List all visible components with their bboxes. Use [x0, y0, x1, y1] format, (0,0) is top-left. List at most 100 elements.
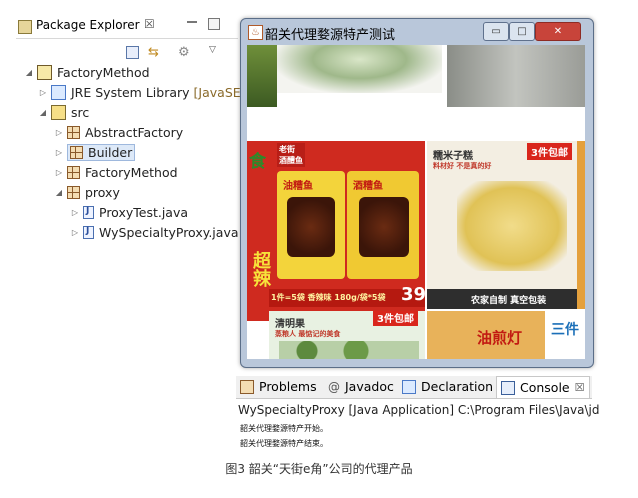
declaration-icon [402, 379, 416, 394]
console-icon [501, 380, 515, 395]
package-icon [67, 126, 80, 139]
tree-item-label: Builder [88, 145, 133, 160]
tree-item-label: FactoryMethod [57, 65, 150, 80]
tree-item-builder[interactable]: ▷ Builder [54, 143, 136, 162]
package-icon [67, 166, 80, 179]
tree-item-wyspecialtyproxy[interactable]: ▷ WySpecialtyProxy.java [70, 223, 239, 242]
view-filter-icon[interactable]: ⚙ [178, 45, 190, 60]
javadoc-icon: @ [328, 379, 340, 394]
tree-item-src[interactable]: ◢ src [38, 103, 89, 122]
collapsed-arrow-icon[interactable]: ▷ [70, 208, 80, 217]
project-icon [37, 65, 52, 80]
view-menu-icon[interactable]: ▽ [209, 45, 216, 55]
window-title: 韶关代理婺源特产测试 [265, 28, 396, 43]
shipping-ribbon: 3件包邮 [373, 311, 418, 326]
collapsed-arrow-icon[interactable]: ▷ [54, 128, 64, 137]
expanded-arrow-icon[interactable]: ◢ [24, 68, 34, 77]
info-strip-text: 1件=5袋 香辣味 180g/袋*5袋 [271, 293, 386, 302]
tea-cup-image [277, 45, 442, 93]
info-strip-text: 农家自制 真空包装 [471, 296, 547, 306]
tile-side-text: 超辣 [250, 251, 271, 287]
tab-label: Javadoc [345, 379, 394, 394]
console-output-area[interactable]: WySpecialtyProxy [Java Application] C:\P… [236, 399, 600, 455]
qingming-product-image: 清明果 蒸粮人 最惦记的美食 3件包邮 [269, 311, 425, 359]
product-image-panel: 食 老街 酒醴鱼 油糟鱼 酒糟鱼 超辣 1件=5袋 香辣味 180g/袋*5袋 … [247, 45, 585, 359]
package-icon [70, 146, 83, 159]
tree-item-proxytest[interactable]: ▷ ProxyTest.java [70, 203, 188, 222]
console-tab-bar: Problems @ Javadoc Declaration Console ☒ [236, 376, 592, 399]
tea-image [247, 45, 277, 107]
product-name: 糯米子糕 [433, 151, 473, 162]
collapsed-arrow-icon[interactable]: ▷ [38, 88, 48, 97]
close-button[interactable]: ✕ [535, 22, 581, 41]
package-explorer-view: Package Explorer ☒ ⇆ ⚙ ▽ ◢ FactoryMethod… [16, 14, 245, 254]
figure-caption: 图3 韶关“天街e角”公司的代理产品 [225, 462, 413, 476]
fish-pieces [287, 197, 335, 257]
collapsed-arrow-icon[interactable]: ▷ [70, 228, 80, 237]
fish-pieces [359, 197, 409, 257]
product-subtitle: 蒸粮人 最惦记的美食 [275, 330, 341, 338]
tab-console[interactable]: Console ☒ [496, 376, 590, 398]
brand-label: 油糟鱼 [283, 181, 313, 192]
console-output-line: 韶关代理婺源特产开始。 [240, 424, 328, 433]
tree-item-factorymethod-project[interactable]: ◢ FactoryMethod [24, 63, 150, 82]
source-folder-icon [51, 105, 66, 120]
tree-item-factorymethod-package[interactable]: ▷ FactoryMethod [54, 163, 178, 182]
tree-item-proxy[interactable]: ◢ proxy [54, 183, 120, 202]
tab-problems[interactable]: Problems [240, 379, 317, 394]
collapsed-arrow-icon[interactable]: ▷ [54, 148, 64, 157]
tree-item-label: proxy [85, 185, 120, 200]
library-icon [51, 85, 66, 100]
tile-badge: 老街 酒醴鱼 [277, 143, 305, 167]
brand-label: 酒糟鱼 [353, 181, 383, 192]
shipping-ribbon: 3件包邮 [527, 143, 572, 160]
tree-item-suffix: [JavaSE- [193, 85, 246, 100]
tab-label: Console [520, 380, 570, 395]
console-output-line: 韶关代理婺源特产结束。 [240, 439, 328, 448]
tree-item-label: AbstractFactory [85, 125, 184, 140]
collapse-all-icon[interactable] [126, 46, 139, 59]
package-explorer-tab[interactable]: Package Explorer ☒ [16, 14, 238, 39]
cake-pieces [457, 181, 567, 271]
close-view-icon[interactable]: ☒ [144, 17, 155, 31]
tree-item-label: ProxyTest.java [99, 205, 189, 220]
link-with-editor-icon[interactable]: ⇆ [148, 45, 159, 60]
package-explorer-title: Package Explorer [36, 18, 140, 32]
java-app-icon: ♨ [248, 25, 263, 40]
tab-label: Declaration [421, 379, 494, 394]
qingming-buns [279, 341, 419, 359]
close-tab-icon[interactable]: ☒ [575, 381, 585, 394]
proxy-test-window: ♨ 韶关代理婺源特产测试 ▭ □ ✕ 食 老街 酒醴鱼 油糟鱼 酒糟鱼 超辣 1… [240, 18, 594, 368]
package-explorer-icon [18, 20, 32, 34]
minimize-view-button[interactable] [187, 19, 197, 23]
maximize-button[interactable]: □ [509, 22, 535, 41]
tree-item-abstractfactory[interactable]: ▷ AbstractFactory [54, 123, 183, 142]
product-name: 油煎灯 [477, 329, 523, 347]
expanded-arrow-icon[interactable]: ◢ [54, 188, 64, 197]
tile-left-char: 食 [249, 152, 266, 172]
rice-cake-product-image: 糯米子糕 料材好 不是真的好 3件包邮 农家自制 真空包装 [427, 141, 577, 309]
minimize-button[interactable]: ▭ [483, 22, 509, 41]
tree-item-label: JRE System Library [71, 85, 190, 100]
maximize-view-button[interactable] [208, 18, 220, 30]
console-process-label: WySpecialtyProxy [Java Application] C:\P… [238, 403, 600, 417]
product-subtitle: 料材好 不是真的好 [433, 162, 492, 170]
problems-icon [240, 379, 254, 394]
price-text: 39 [401, 284, 425, 305]
java-file-icon [83, 226, 94, 239]
fish-snack-product-image: 食 老街 酒醴鱼 油糟鱼 酒糟鱼 超辣 1件=5袋 香辣味 180g/袋*5袋 … [247, 141, 425, 321]
promo-text: 三件 [551, 322, 579, 338]
tab-declaration[interactable]: Declaration [402, 379, 493, 394]
fried-snack-product-image: 油煎灯 [427, 311, 545, 359]
product-name: 清明果 [275, 319, 305, 330]
promo-image: 三件 [547, 311, 585, 359]
tab-javadoc[interactable]: @ Javadoc [328, 379, 394, 394]
tree-item-label: src [71, 105, 90, 120]
tree-item-label: WySpecialtyProxy.java [99, 225, 239, 240]
tree-item-jre-library[interactable]: ▷ JRE System Library [JavaSE- [38, 83, 245, 102]
side-product-image [577, 141, 585, 309]
package-icon [67, 186, 80, 199]
collapsed-arrow-icon[interactable]: ▷ [54, 168, 64, 177]
expanded-arrow-icon[interactable]: ◢ [38, 108, 48, 117]
tab-label: Problems [259, 379, 317, 394]
